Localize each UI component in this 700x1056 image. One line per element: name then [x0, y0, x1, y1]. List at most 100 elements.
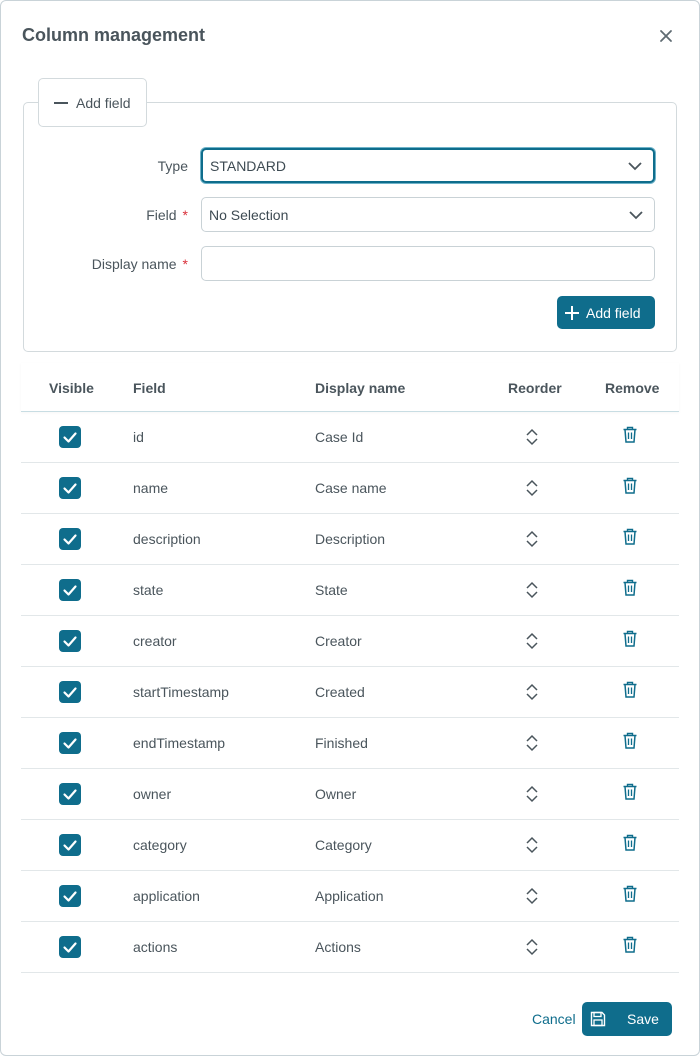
display-name-cell: State — [315, 582, 348, 598]
reorder-icon[interactable] — [524, 835, 540, 855]
field-cell: startTimestamp — [133, 684, 229, 700]
field-select[interactable]: No Selection — [201, 197, 655, 232]
trash-icon[interactable] — [622, 681, 638, 699]
reorder-icon[interactable] — [524, 580, 540, 600]
checkmark-icon — [63, 585, 77, 596]
trash-icon[interactable] — [622, 834, 638, 852]
display-name-cell: Finished — [315, 735, 368, 751]
visible-checkbox[interactable] — [59, 426, 81, 448]
visible-checkbox[interactable] — [59, 936, 81, 958]
field-cell: endTimestamp — [133, 735, 226, 751]
reorder-icon[interactable] — [524, 631, 540, 651]
checkmark-icon — [63, 891, 77, 902]
visible-checkbox[interactable] — [59, 477, 81, 499]
display-name-cell: Application — [315, 888, 384, 904]
trash-icon[interactable] — [622, 732, 638, 750]
trash-icon[interactable] — [622, 477, 638, 495]
visible-checkbox[interactable] — [59, 732, 81, 754]
reorder-icon[interactable] — [524, 886, 540, 906]
table-row: name Case name — [21, 463, 679, 514]
field-label: Field * — [0, 207, 188, 223]
display-name-input[interactable] — [201, 246, 655, 281]
field-cell: id — [133, 429, 144, 445]
trash-icon[interactable] — [622, 426, 638, 444]
reorder-icon[interactable] — [524, 682, 540, 702]
table-row: description Description — [21, 514, 679, 565]
table-row: category Category — [21, 820, 679, 871]
type-select[interactable]: STANDARD — [201, 148, 655, 183]
visible-checkbox[interactable] — [59, 528, 81, 550]
reorder-icon[interactable] — [524, 529, 540, 549]
chevron-down-icon — [628, 161, 642, 170]
header-display-name: Display name — [315, 380, 406, 396]
visible-checkbox[interactable] — [59, 885, 81, 907]
field-select-value: No Selection — [209, 206, 289, 223]
trash-icon[interactable] — [622, 579, 638, 597]
plus-icon — [565, 305, 579, 320]
field-cell: description — [133, 531, 201, 547]
display-name-cell: Description — [315, 531, 386, 547]
visible-checkbox[interactable] — [59, 681, 81, 703]
add-field-toggle[interactable]: Add field — [38, 78, 147, 127]
field-cell: state — [133, 582, 164, 598]
trash-icon[interactable] — [622, 528, 638, 546]
checkmark-icon — [63, 483, 77, 494]
display-name-label-text: Display name — [91, 256, 177, 272]
visible-checkbox[interactable] — [59, 579, 81, 601]
checkmark-icon — [63, 636, 77, 647]
minus-icon — [54, 101, 68, 104]
display-name-cell: Creator — [315, 633, 362, 649]
reorder-icon[interactable] — [524, 733, 540, 753]
field-cell: name — [133, 480, 169, 496]
display-name-cell: Actions — [315, 939, 361, 955]
display-name-cell: Case name — [315, 480, 387, 496]
checkmark-icon — [63, 942, 77, 953]
add-field-button[interactable]: Add field — [557, 296, 655, 329]
save-icon — [590, 1011, 606, 1027]
display-name-cell: Owner — [315, 786, 357, 802]
reorder-icon[interactable] — [524, 427, 540, 447]
header-field: Field — [133, 380, 166, 396]
header-visible: Visible — [49, 380, 94, 396]
trash-icon[interactable] — [622, 783, 638, 801]
checkmark-icon — [63, 687, 77, 698]
type-label-text: Type — [157, 158, 188, 174]
field-cell: category — [133, 837, 187, 853]
field-cell: owner — [133, 786, 172, 802]
type-select-value: STANDARD — [210, 157, 286, 174]
table-row: endTimestamp Finished — [21, 718, 679, 769]
table-row: id Case Id — [21, 412, 679, 463]
display-name-cell: Category — [315, 837, 372, 853]
cancel-button[interactable]: Cancel — [532, 1011, 576, 1027]
table-header: Visible Field Display name Reorder Remov… — [21, 363, 679, 412]
close-icon[interactable] — [655, 25, 677, 47]
field-cell: application — [133, 888, 200, 904]
trash-icon[interactable] — [622, 630, 638, 648]
field-label-text: Field — [146, 207, 177, 223]
table-row: actions Actions — [21, 922, 679, 973]
table-row: creator Creator — [21, 616, 679, 667]
reorder-icon[interactable] — [524, 937, 540, 957]
visible-checkbox[interactable] — [59, 783, 81, 805]
reorder-icon[interactable] — [524, 478, 540, 498]
visible-checkbox[interactable] — [59, 834, 81, 856]
checkmark-icon — [63, 789, 77, 800]
visible-checkbox[interactable] — [59, 630, 81, 652]
display-name-cell: Created — [315, 684, 365, 700]
checkmark-icon — [63, 534, 77, 545]
table-row: startTimestamp Created — [21, 667, 679, 718]
required-mark: * — [182, 256, 188, 272]
header-reorder: Reorder — [508, 380, 562, 396]
save-button[interactable]: Save — [582, 1002, 672, 1036]
save-button-label: Save — [627, 1011, 659, 1027]
checkmark-icon — [63, 432, 77, 443]
reorder-icon[interactable] — [524, 784, 540, 804]
field-cell: creator — [133, 633, 177, 649]
display-name-cell: Case Id — [315, 429, 364, 445]
table-row: state State — [21, 565, 679, 616]
field-cell: actions — [133, 939, 178, 955]
trash-icon[interactable] — [622, 885, 638, 903]
trash-icon[interactable] — [622, 936, 638, 954]
checkmark-icon — [63, 840, 77, 851]
required-mark: * — [182, 207, 188, 223]
